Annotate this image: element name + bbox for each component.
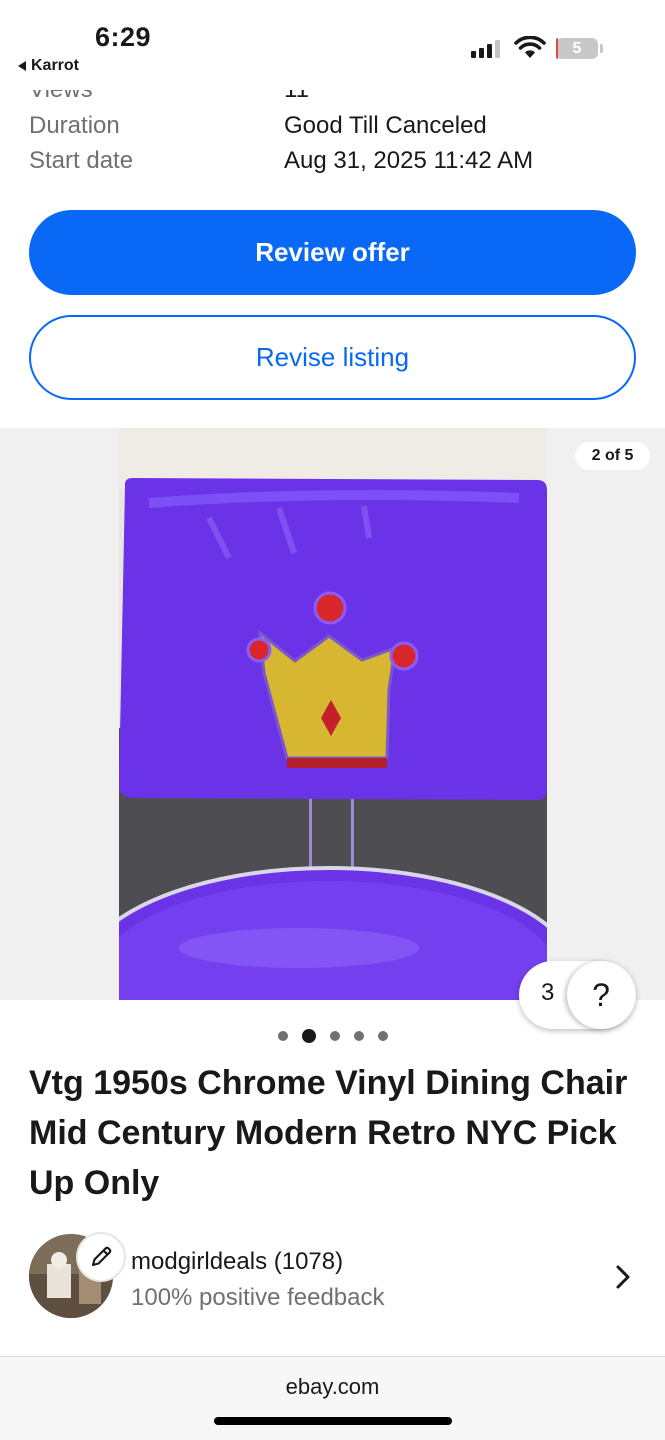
status-bar: 6:29 Karrot 5: [0, 0, 665, 90]
detail-row-start-date: Start date Aug 31, 2025 11:42 AM: [0, 147, 665, 183]
cellular-signal-icon: [471, 40, 500, 58]
pagination-dot[interactable]: [377, 1031, 388, 1041]
edit-avatar-button[interactable]: [76, 1232, 126, 1282]
pagination-dot[interactable]: [301, 1029, 316, 1043]
seller-feedback: 100% positive feedback: [131, 1284, 385, 1311]
seller-name[interactable]: modgirldeals (1078): [131, 1248, 343, 1276]
detail-label: Start date: [29, 147, 134, 174]
pagination-dot[interactable]: [329, 1031, 340, 1041]
detail-row-duration: Duration Good Till Canceled: [0, 112, 665, 148]
detail-value: Good Till Canceled: [284, 112, 487, 139]
url-text[interactable]: ebay.com: [0, 1374, 665, 1400]
detail-value: Aug 31, 2025 11:42 AM: [284, 147, 534, 174]
review-offer-button[interactable]: Review offer: [29, 210, 636, 295]
battery-percent: 5: [572, 39, 582, 57]
pagination-dot[interactable]: [277, 1031, 288, 1041]
item-title: Vtg 1950s Chrome Vinyl Dining Chair Mid …: [29, 1064, 628, 1202]
back-app-label: Karrot: [31, 57, 80, 74]
image-gallery[interactable]: [0, 428, 665, 1000]
pagination-dot[interactable]: [353, 1031, 364, 1041]
status-time: 6:29: [95, 22, 152, 52]
chevron-right-icon[interactable]: [612, 1264, 634, 1290]
listing-photo[interactable]: [119, 428, 547, 1000]
help-icon[interactable]: ?: [567, 961, 635, 1029]
battery-icon: 5: [556, 38, 598, 59]
gallery-pagination: [0, 1028, 665, 1044]
seller-row[interactable]: modgirldeals (1078) 100% positive feedba…: [0, 1230, 665, 1322]
revise-listing-button[interactable]: Revise listing: [29, 315, 636, 400]
back-triangle-icon: [18, 61, 26, 71]
image-counter: 2 of 5: [575, 442, 650, 470]
chair-photo-illustration: [119, 428, 547, 1000]
wifi-icon: [514, 36, 546, 58]
back-to-app-link[interactable]: Karrot: [18, 57, 79, 75]
detail-label: Duration: [29, 112, 120, 139]
pencil-icon: [91, 1246, 112, 1267]
browser-url-bar[interactable]: ebay.com: [0, 1356, 665, 1440]
floating-count: 3: [541, 979, 555, 1006]
home-indicator: [214, 1417, 452, 1425]
floating-help-widget[interactable]: 3 ?: [519, 961, 636, 1029]
